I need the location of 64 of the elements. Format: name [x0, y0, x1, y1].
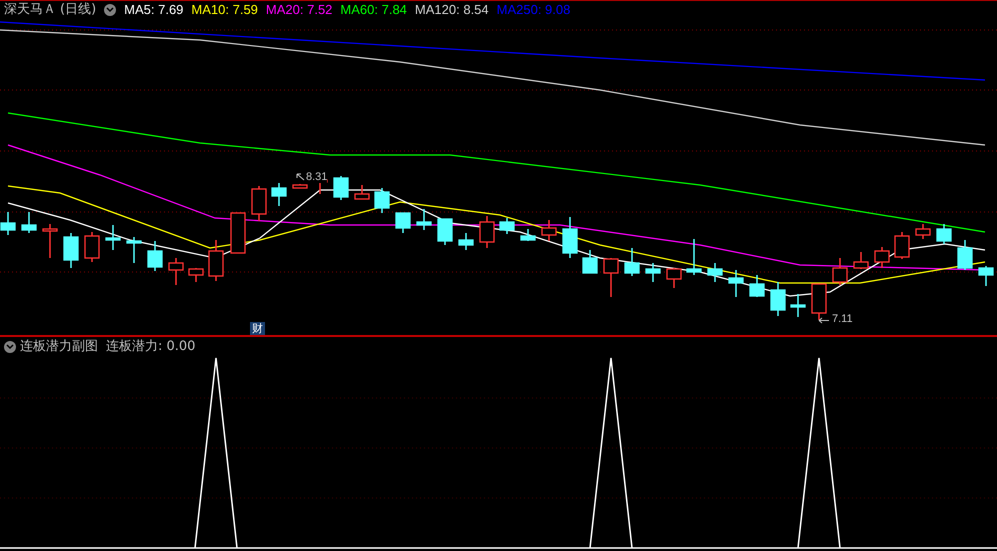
- pointer-arrow-icon: [296, 173, 305, 181]
- candlestick: [853, 252, 869, 269]
- ma-legend-value: MA5: 7.69: [124, 3, 184, 16]
- candlestick: [147, 241, 163, 271]
- candlestick: [395, 212, 411, 233]
- dropdown-icon[interactable]: [104, 4, 116, 16]
- candlestick: [105, 225, 121, 250]
- candlestick: [603, 258, 619, 297]
- stock-title: 深天马Ａ: [4, 3, 56, 16]
- ma-legend-value: MA120: 8.54: [414, 3, 489, 16]
- candlestick: [208, 240, 224, 281]
- candlestick: [479, 216, 495, 248]
- candlestick: [811, 283, 827, 320]
- candlestick: [874, 247, 890, 268]
- candlestick: [770, 282, 786, 316]
- candlestick: [541, 220, 557, 241]
- candlestick: [333, 176, 349, 200]
- candlestick: [126, 237, 142, 263]
- candlestick: [520, 229, 536, 241]
- candlestick: [645, 263, 661, 282]
- ma-legend-value: MA250: 9.08: [496, 3, 570, 16]
- candlestick: [790, 294, 806, 317]
- candlestick: [749, 275, 765, 297]
- candlestick: [582, 250, 598, 274]
- candlestick: [562, 217, 578, 258]
- ma-legend-value: MA20: 7.52: [266, 3, 332, 16]
- ma-legend-value: MA10: 7.59: [191, 3, 258, 16]
- pointer-arrow-icon: [818, 317, 830, 324]
- candlestick: [437, 218, 453, 245]
- candlestick: [188, 268, 204, 282]
- candlestick: [832, 258, 848, 285]
- candlestick: [251, 186, 267, 221]
- candlestick: [624, 248, 640, 276]
- candlestick: [271, 183, 287, 206]
- candlestick: [936, 224, 952, 244]
- candlestick: [416, 209, 432, 230]
- candlestick: [21, 212, 37, 233]
- candlestick: [499, 218, 515, 234]
- candlestick: [458, 233, 474, 250]
- candlestick: [686, 239, 702, 275]
- candlestick: [707, 263, 723, 282]
- candlestick: [168, 258, 184, 285]
- candlestick: [957, 240, 973, 270]
- candlestick: [84, 232, 100, 262]
- ma-legend-value: MA60: 7.84: [340, 3, 407, 16]
- low-price-label: 7.11: [832, 314, 853, 325]
- candlestick: [915, 224, 931, 239]
- candlestick: [230, 212, 246, 254]
- candlestick: [978, 266, 994, 286]
- candlestick: [374, 188, 390, 213]
- candlestick: [63, 233, 79, 268]
- dropdown-icon[interactable]: [4, 340, 16, 352]
- candlestick: [42, 224, 58, 258]
- high-price-label: 8.31: [306, 172, 328, 183]
- candlestick: [894, 232, 910, 259]
- candlestick: [728, 270, 744, 297]
- candlestick: [292, 184, 308, 189]
- candlestick: [666, 268, 682, 288]
- indicator-value: 连板潜力: 0.00: [106, 340, 196, 353]
- period-label: (日线): [60, 3, 96, 16]
- candlestick: [0, 212, 16, 235]
- candlestick: [354, 185, 370, 200]
- subchart-title: 连板潜力副图: [20, 340, 98, 353]
- finance-badge[interactable]: 财: [250, 322, 265, 335]
